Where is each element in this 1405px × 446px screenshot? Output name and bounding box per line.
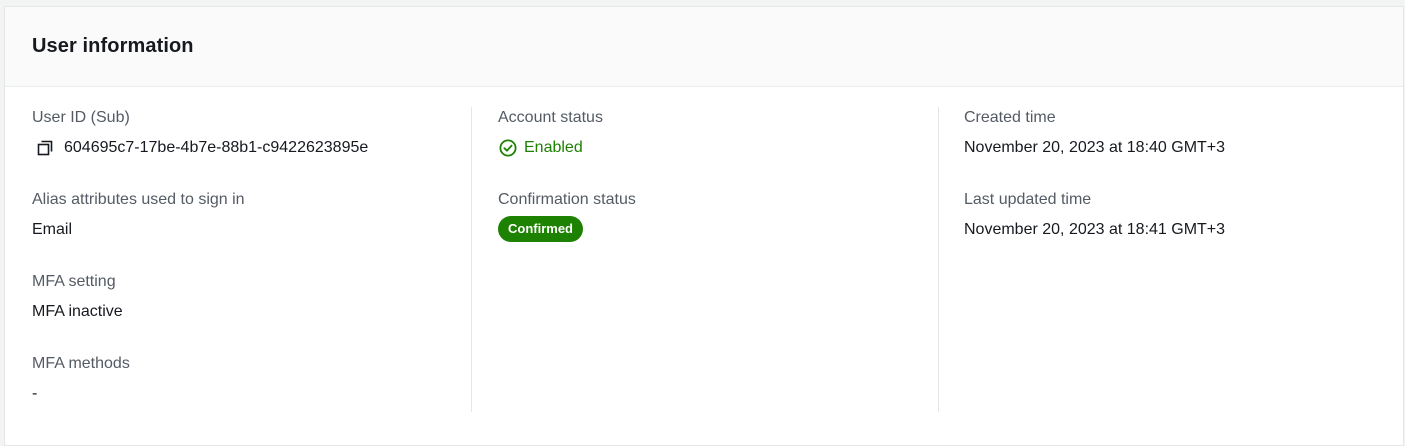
mfa-setting-label: MFA setting xyxy=(32,273,116,290)
mfa-setting-value: MFA inactive xyxy=(32,303,123,320)
confirmation-status-label: Confirmation status xyxy=(498,191,636,208)
confirmation-status-field: Confirmation status Confirmed xyxy=(498,189,938,251)
last-updated-time-value: November 20, 2023 at 18:41 GMT+3 xyxy=(964,221,1226,238)
alias-attributes-label: Alias attributes used to sign in xyxy=(32,191,245,208)
check-circle-icon xyxy=(499,139,517,157)
column-divider xyxy=(938,107,939,412)
confirmation-status-row: Confirmed xyxy=(498,216,938,242)
created-time-label: Created time xyxy=(964,109,1056,126)
mfa-methods-value: - xyxy=(32,385,38,402)
last-updated-time-label: Last updated time xyxy=(964,191,1092,208)
account-status-field: Account status Enabled xyxy=(498,107,938,169)
user-information-panel: User information User ID (Sub) 604695c7-… xyxy=(4,6,1404,446)
user-id-label: User ID (Sub) xyxy=(32,109,130,126)
account-status-label: Account status xyxy=(498,109,603,126)
user-id-field: User ID (Sub) 604695c7-17be-4b7e-88b1-c9… xyxy=(32,107,472,169)
details-grid: User ID (Sub) 604695c7-17be-4b7e-88b1-c9… xyxy=(5,87,1403,417)
column-divider xyxy=(471,107,472,412)
alias-attributes-field: Alias attributes used to sign in Email xyxy=(32,189,472,251)
copy-icon[interactable] xyxy=(36,139,54,157)
details-column-1: User ID (Sub) 604695c7-17be-4b7e-88b1-c9… xyxy=(32,107,472,417)
mfa-methods-field: MFA methods - xyxy=(32,353,472,415)
account-status-value: Enabled xyxy=(524,139,583,156)
panel-title: User information xyxy=(32,35,194,57)
account-status-value-row: Enabled xyxy=(498,137,938,159)
created-time-value: November 20, 2023 at 18:40 GMT+3 xyxy=(964,139,1226,156)
status-badge: Confirmed xyxy=(498,216,583,242)
panel-header: User information xyxy=(5,7,1403,87)
alias-attributes-value: Email xyxy=(32,221,73,238)
details-column-2: Account status Enabled Confirmation stat… xyxy=(498,107,938,417)
user-id-value: 604695c7-17be-4b7e-88b1-c9422623895e xyxy=(64,139,369,156)
mfa-methods-label: MFA methods xyxy=(32,355,130,372)
details-column-3: Created time November 20, 2023 at 18:40 … xyxy=(964,107,1394,417)
last-updated-time-field: Last updated time November 20, 2023 at 1… xyxy=(964,189,1394,251)
user-id-value-row: 604695c7-17be-4b7e-88b1-c9422623895e xyxy=(32,137,472,159)
mfa-setting-field: MFA setting MFA inactive xyxy=(32,271,472,333)
created-time-field: Created time November 20, 2023 at 18:40 … xyxy=(964,107,1394,169)
